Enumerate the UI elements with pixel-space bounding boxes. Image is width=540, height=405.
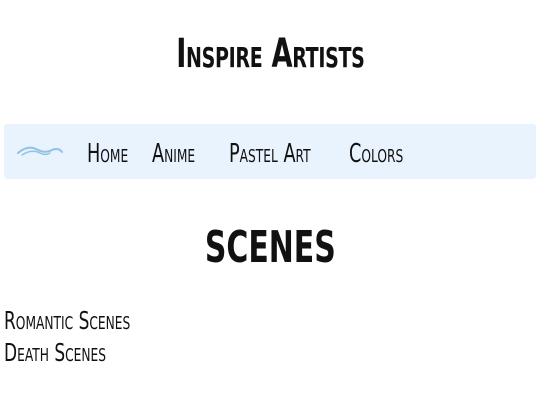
- site-title-text: Inspire Artists: [175, 31, 365, 77]
- scene-link-romantic-label: Romantic Scenes: [4, 306, 131, 335]
- nav-link-anime-label: Anime: [152, 139, 196, 169]
- nav-link-home[interactable]: Home: [87, 139, 148, 169]
- scene-link-death-label: Death Scenes: [4, 338, 107, 367]
- top-navigation-bar: Home Anime Pastel Art Colors: [4, 124, 536, 179]
- section-heading-text: SCENES: [204, 222, 336, 273]
- site-title: Inspire Artists: [0, 28, 540, 80]
- nav-link-pastel-art-label: Pastel Art: [229, 139, 311, 169]
- scene-link-death[interactable]: Death Scenes: [4, 338, 154, 368]
- nav-link-home-label: Home: [87, 139, 129, 169]
- nav-link-pastel-art[interactable]: Pastel Art: [229, 139, 349, 169]
- scene-link-romantic[interactable]: Romantic Scenes: [4, 306, 190, 336]
- section-heading: SCENES: [0, 222, 540, 274]
- nav-link-anime[interactable]: Anime: [152, 139, 215, 169]
- brush-stroke-icon[interactable]: [16, 140, 64, 162]
- nav-link-colors-label: Colors: [349, 139, 404, 169]
- nav-link-colors[interactable]: Colors: [349, 139, 429, 169]
